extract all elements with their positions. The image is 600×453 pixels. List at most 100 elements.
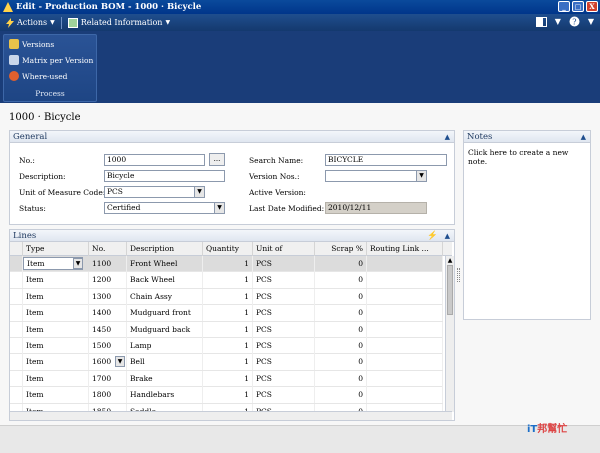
help-icon[interactable]: ? — [569, 16, 580, 27]
chevron-down-icon[interactable]: ▼ — [416, 171, 426, 181]
cell-type[interactable]: Item — [23, 272, 89, 289]
col-routing-link[interactable]: Routing Link ... — [367, 242, 443, 256]
notes-placeholder[interactable]: Click here to create a new note. — [464, 143, 590, 171]
row-selector[interactable] — [10, 370, 23, 387]
cell-quantity-per[interactable]: 1 — [203, 338, 253, 354]
cell-description[interactable]: Mudguard back — [127, 321, 203, 338]
cell-type[interactable]: Item — [23, 338, 89, 354]
cell-scrap[interactable]: 0 — [315, 354, 367, 371]
chevron-down-icon[interactable]: ▼ — [115, 356, 125, 368]
maximize-button[interactable]: □ — [572, 1, 584, 12]
chevron-down-icon[interactable]: ▼ — [194, 187, 204, 197]
cell-uom[interactable]: PCS — [253, 387, 315, 404]
col-no[interactable]: No. — [89, 242, 127, 256]
notes-header[interactable]: Notes ▲ — [464, 131, 590, 143]
where-used-button[interactable]: Where-used — [4, 68, 96, 84]
cell-description[interactable]: Front Wheel — [127, 256, 203, 272]
chevron-down-icon[interactable]: ▼ — [214, 203, 224, 213]
row-selector[interactable] — [10, 354, 23, 371]
description-field[interactable]: Bicycle — [104, 170, 225, 182]
cell-quantity-per[interactable]: 1 — [203, 272, 253, 289]
no-field[interactable]: 1000 — [104, 154, 205, 166]
cell-description[interactable]: Chain Assy — [127, 288, 203, 305]
row-selector[interactable] — [10, 338, 23, 354]
cell-routing-link[interactable] — [367, 321, 443, 338]
collapse-icon[interactable]: ▲ — [445, 230, 450, 242]
collapse-icon[interactable]: ▲ — [581, 131, 586, 143]
row-selector[interactable] — [10, 387, 23, 404]
cell-description[interactable]: Brake — [127, 370, 203, 387]
col-uom[interactable]: Unit of Measu... — [253, 242, 315, 267]
search-name-field[interactable]: BICYCLE — [325, 154, 447, 166]
cell-no[interactable]: 1300 — [89, 288, 127, 305]
cell-routing-link[interactable] — [367, 370, 443, 387]
cell-quantity-per[interactable]: 1 — [203, 387, 253, 404]
row-selector[interactable] — [10, 272, 23, 289]
cell-uom[interactable]: PCS — [253, 338, 315, 354]
cell-uom[interactable]: PCS — [253, 272, 315, 289]
table-row[interactable]: Item 1600 ▼ Bell 1 PCS 0 — [10, 354, 443, 371]
table-row[interactable]: Item 1450 Mudguard back 1 PCS 0 — [10, 321, 443, 338]
cell-description[interactable]: Bell — [127, 354, 203, 371]
cell-quantity-per[interactable]: 1 — [203, 354, 253, 371]
cell-quantity-per[interactable]: 1 — [203, 305, 253, 322]
general-header[interactable]: General ▲ — [10, 131, 454, 143]
row-selector[interactable] — [10, 305, 23, 322]
cell-scrap[interactable]: 0 — [315, 305, 367, 322]
cell-type[interactable]: Item — [23, 288, 89, 305]
col-quantity-per[interactable]: Quantity per — [203, 242, 253, 267]
versions-button[interactable]: Versions — [4, 36, 96, 52]
uom-select[interactable]: PCS ▼ — [104, 186, 205, 198]
table-row[interactable]: Item 1800 Handlebars 1 PCS 0 — [10, 387, 443, 404]
cell-routing-link[interactable] — [367, 354, 443, 371]
cell-scrap[interactable]: 0 — [315, 387, 367, 404]
cell-uom[interactable]: PCS — [253, 321, 315, 338]
cell-no[interactable]: 1100 — [89, 256, 127, 272]
col-type[interactable]: Type — [23, 242, 89, 256]
cell-no[interactable]: 1450 — [89, 321, 127, 338]
table-row[interactable]: Item 1200 Back Wheel 1 PCS 0 — [10, 272, 443, 289]
cell-type[interactable]: Item — [23, 370, 89, 387]
cell-description[interactable]: Mudguard front — [127, 305, 203, 322]
vertical-scrollbar[interactable]: ▲ — [445, 256, 454, 412]
chevron-down-icon[interactable]: ▼ — [73, 258, 83, 269]
cell-uom[interactable]: PCS — [253, 370, 315, 387]
cell-scrap[interactable]: 0 — [315, 338, 367, 354]
row-selector[interactable] — [10, 256, 23, 272]
cell-scrap[interactable]: 0 — [315, 256, 367, 272]
cell-description[interactable]: Back Wheel — [127, 272, 203, 289]
table-row[interactable]: Item 1400 Mudguard front 1 PCS 0 — [10, 305, 443, 322]
table-row[interactable]: Item 1500 Lamp 1 PCS 0 — [10, 338, 443, 355]
cell-routing-link[interactable] — [367, 272, 443, 289]
status-select[interactable]: Certified ▼ — [104, 202, 225, 214]
col-scrap[interactable]: Scrap % — [315, 242, 367, 256]
cell-uom[interactable]: PCS — [253, 288, 315, 305]
cell-routing-link[interactable] — [367, 256, 443, 272]
cell-scrap[interactable]: 0 — [315, 288, 367, 305]
cell-no[interactable]: 1400 — [89, 305, 127, 322]
cell-no[interactable]: 1200 — [89, 272, 127, 289]
cell-uom[interactable]: PCS — [253, 354, 315, 371]
actions-menu[interactable]: Actions ▼ — [0, 15, 61, 30]
cell-scrap[interactable]: 0 — [315, 272, 367, 289]
cell-routing-link[interactable] — [367, 305, 443, 322]
collapse-icon[interactable]: ▲ — [445, 131, 450, 143]
cell-no[interactable]: 1700 — [89, 370, 127, 387]
cell-routing-link[interactable] — [367, 387, 443, 404]
splitter-handle[interactable] — [457, 268, 460, 282]
scroll-up-icon[interactable]: ▲ — [446, 256, 454, 265]
row-selector[interactable] — [10, 321, 23, 338]
layout-icon[interactable] — [535, 16, 547, 27]
row-selector[interactable] — [10, 288, 23, 305]
lightning-icon[interactable]: ⚡ — [427, 230, 438, 242]
related-information-menu[interactable]: Related Information ▼ — [62, 15, 176, 30]
cell-type[interactable]: Item — [23, 354, 89, 371]
scroll-thumb[interactable] — [447, 265, 453, 315]
lines-header[interactable]: Lines ⚡ ▲ — [10, 230, 454, 242]
chevron-down-icon[interactable]: ▼ — [588, 17, 594, 26]
cell-scrap[interactable]: 0 — [315, 321, 367, 338]
version-nos-select[interactable]: ▼ — [325, 170, 427, 182]
cell-routing-link[interactable] — [367, 288, 443, 305]
cell-no[interactable]: 1500 — [89, 338, 127, 354]
chevron-down-icon[interactable]: ▼ — [555, 17, 561, 26]
